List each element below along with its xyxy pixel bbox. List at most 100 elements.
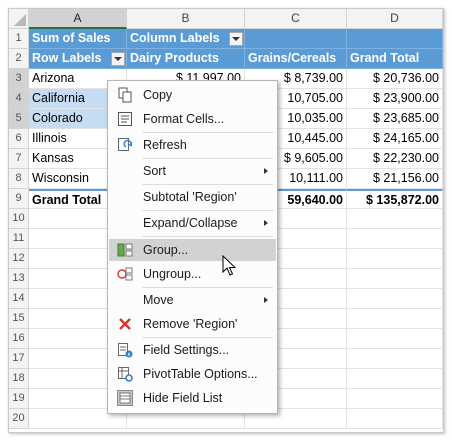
menu-item-copy[interactable]: Copy [109,84,276,106]
total-cell-colorado[interactable]: $ 23,685.00 [347,109,443,129]
total-cell-arizona[interactable]: $ 20,736.00 [347,69,443,89]
empty-cell[interactable] [347,389,443,409]
empty-cell[interactable] [347,209,443,229]
row-header-5[interactable]: 5 [9,109,29,129]
menu-separator [142,210,273,211]
row-header-19[interactable]: 19 [9,389,29,409]
menu-label-format-cells: Format Cells... [143,112,225,126]
menu-separator [142,132,273,133]
submenu-arrow-icon [264,168,268,174]
menu-separator [142,184,273,185]
row-header-10[interactable]: 10 [9,209,29,229]
menu-separator [142,337,273,338]
column-header-c[interactable]: C [245,9,347,29]
refresh-icon [118,138,133,151]
row-header-3[interactable]: 3 [9,69,29,89]
cell-b2[interactable]: Dairy Products [127,49,245,69]
menu-label-sort: Sort [143,164,166,178]
empty-cell[interactable] [347,309,443,329]
select-all-corner[interactable] [9,9,29,29]
context-menu: Copy Format Cells... Refresh Sort Subtot… [107,80,278,414]
total-cell-illinois[interactable]: $ 24,165.00 [347,129,443,149]
menu-separator [142,236,273,237]
row-header-15[interactable]: 15 [9,309,29,329]
select-all-triangle-icon [14,14,26,26]
ungroup-icon [117,267,133,281]
menu-item-field-settings[interactable]: Field Settings... [109,339,276,361]
column-labels-text: Column Labels [130,31,220,45]
submenu-arrow-icon [264,220,268,226]
menu-label-remove-region: Remove 'Region' [143,317,238,331]
field-settings-icon [118,343,133,358]
menu-item-remove-region[interactable]: Remove 'Region' [109,313,276,335]
menu-item-subtotal[interactable]: Subtotal 'Region' [109,186,276,208]
row-header-4[interactable]: 4 [9,89,29,109]
menu-label-group: Group... [143,243,189,257]
empty-cell[interactable] [347,349,443,369]
menu-label-hide-field-list: Hide Field List [143,391,223,405]
menu-label-ungroup: Ungroup... [143,267,202,281]
grand-total-total[interactable]: $ 135,872.00 [347,189,443,209]
menu-label-field-settings: Field Settings... [143,343,230,357]
row-header-8[interactable]: 8 [9,169,29,189]
cell-a1[interactable]: Sum of Sales [29,29,127,49]
cell-d1[interactable] [347,29,443,49]
empty-cell[interactable] [347,329,443,349]
row-header-6[interactable]: 6 [9,129,29,149]
empty-cell[interactable] [347,369,443,389]
cell-c2[interactable]: Grains/Cereals [245,49,347,69]
menu-label-refresh: Refresh [143,138,187,152]
row-header-16[interactable]: 16 [9,329,29,349]
cell-b1[interactable]: Column Labels [127,29,245,49]
row-header-17[interactable]: 17 [9,349,29,369]
column-header-d[interactable]: D [347,9,443,29]
pivot-options-icon [118,367,133,382]
column-header-b[interactable]: B [127,9,245,29]
row-header-14[interactable]: 14 [9,289,29,309]
menu-item-sort[interactable]: Sort [109,160,276,182]
group-icon [117,243,133,257]
menu-label-copy: Copy [143,88,173,102]
menu-item-group[interactable]: Group... [109,239,276,261]
cell-d2[interactable]: Grand Total [347,49,443,69]
empty-cell[interactable] [347,249,443,269]
empty-cell[interactable] [347,409,443,429]
row-header-7[interactable]: 7 [9,149,29,169]
row-header-20[interactable]: 20 [9,409,29,429]
row-header-12[interactable]: 12 [9,249,29,269]
row-header-11[interactable]: 11 [9,229,29,249]
row-header-1[interactable]: 1 [9,29,29,49]
total-cell-california[interactable]: $ 23,900.00 [347,89,443,109]
menu-separator [142,287,273,288]
row-header-2[interactable]: 2 [9,49,29,69]
menu-label-pivottable-options: PivotTable Options... [143,367,258,381]
menu-item-expand-collapse[interactable]: Expand/Collapse [109,212,276,234]
row-header-18[interactable]: 18 [9,369,29,389]
menu-label-expand-collapse: Expand/Collapse [143,216,238,230]
submenu-arrow-icon [264,297,268,303]
row-labels-filter-dropdown[interactable] [111,52,125,66]
menu-item-refresh[interactable]: Refresh [109,134,276,156]
menu-item-ungroup[interactable]: Ungroup... [109,263,276,285]
menu-item-move[interactable]: Move [109,289,276,311]
menu-item-hide-field-list[interactable]: Hide Field List [109,387,276,409]
empty-cell[interactable] [347,229,443,249]
row-header-13[interactable]: 13 [9,269,29,289]
total-cell-kansas[interactable]: $ 22,230.00 [347,149,443,169]
empty-cell[interactable] [347,289,443,309]
row-labels-text: Row Labels [32,51,102,65]
row-header-9[interactable]: 9 [9,189,29,209]
mouse-pointer-icon [222,255,237,276]
menu-item-format-cells[interactable]: Format Cells... [109,108,276,130]
cell-c1[interactable] [245,29,347,49]
menu-label-move: Move [143,293,174,307]
copy-icon [118,87,132,103]
menu-item-pivottable-options[interactable]: PivotTable Options... [109,363,276,385]
empty-cell[interactable] [347,269,443,289]
menu-separator [142,158,273,159]
total-cell-wisconsin[interactable]: $ 21,156.00 [347,169,443,189]
menu-label-subtotal: Subtotal 'Region' [143,190,237,204]
column-labels-filter-dropdown[interactable] [229,32,243,46]
format-cells-icon [118,112,132,126]
column-header-a[interactable]: A [29,9,127,29]
